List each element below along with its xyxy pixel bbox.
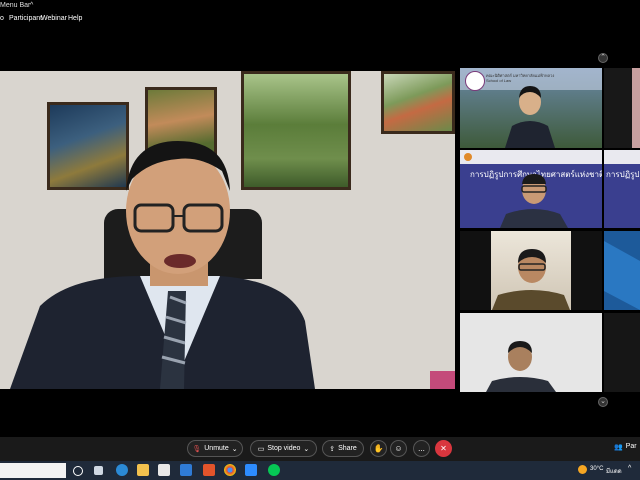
- chevron-down-icon[interactable]: ⌄: [303, 445, 309, 453]
- participant-figure-5: [492, 249, 570, 310]
- chevron-up-icon[interactable]: ^: [30, 2, 33, 9]
- participant-video-7[interactable]: [460, 313, 602, 392]
- speaker-figure: [10, 141, 315, 389]
- share-label: Share: [338, 445, 357, 452]
- participant-video-1[interactable]: คณะนิติศาสตร์ มหาวิทยาลัยแม่ฟ้าหลวง Scho…: [460, 68, 602, 148]
- chrome-browser-icon[interactable]: [224, 464, 236, 476]
- weather-temperature[interactable]: 30°C: [590, 466, 603, 472]
- blue-graphic: [604, 241, 640, 310]
- tray-chevron-up-icon[interactable]: ^: [628, 465, 631, 472]
- scroll-down-icon[interactable]: ⌄: [598, 397, 608, 407]
- share-screen-icon: ⇪: [329, 445, 336, 453]
- stop-video-label: Stop video: [267, 445, 301, 452]
- menu-row: o Participant Webinar Help: [0, 13, 640, 25]
- sun-weather-icon: [578, 465, 587, 474]
- stop-video-button[interactable]: ▭ Stop video ⌄: [250, 440, 317, 457]
- participants-label: Par: [625, 443, 637, 450]
- menu-bar-toggle[interactable]: Menu Bar ^: [0, 0, 640, 12]
- more-label: ...: [418, 444, 425, 453]
- task-view-icon[interactable]: [94, 466, 103, 475]
- taskbar-search-input[interactable]: [0, 463, 66, 478]
- menu-item-help[interactable]: Help: [68, 15, 82, 22]
- participant-video-3[interactable]: การปฏิรูปการศึกษาไทยศาสตร์แห่งชาติ: [460, 150, 602, 228]
- participant-video-8[interactable]: [604, 313, 640, 392]
- chevron-down-icon[interactable]: ⌄: [232, 445, 238, 453]
- smiley-icon: ☺: [394, 444, 403, 453]
- share-button[interactable]: ⇪ Share: [322, 440, 364, 457]
- mail-icon[interactable]: [180, 464, 192, 476]
- reactions-button[interactable]: ☺: [390, 440, 407, 457]
- hand-icon: ✋: [373, 444, 384, 453]
- cortana-icon[interactable]: [73, 466, 83, 476]
- main-speaker-video[interactable]: [0, 71, 455, 389]
- video-camera-icon: ▭: [257, 445, 265, 453]
- windows-taskbar: 30°C มีแดด ^: [0, 461, 640, 480]
- participants-button[interactable]: 👥 Par: [614, 443, 637, 451]
- menu-item-participant[interactable]: Participant: [9, 15, 42, 22]
- zoom-app-icon[interactable]: [245, 464, 257, 476]
- participant-figure-1: [505, 86, 555, 148]
- menu-item-partial[interactable]: o: [0, 15, 4, 22]
- unmute-label: Unmute: [204, 445, 229, 452]
- leave-button[interactable]: ✕: [435, 440, 452, 457]
- slide-title-text-2: การปฏิรูป: [606, 170, 640, 179]
- red-object: [430, 371, 455, 389]
- scroll-up-icon[interactable]: ⌃: [598, 53, 608, 63]
- unmute-button[interactable]: 🎙 Unmute ⌄: [187, 440, 243, 457]
- menu-bar-label: Menu Bar: [0, 2, 31, 9]
- participant-figure-3: [500, 174, 568, 228]
- microphone-muted-icon: 🎙: [192, 445, 202, 453]
- file-explorer-icon[interactable]: [137, 464, 149, 476]
- participant-video-6[interactable]: [604, 231, 640, 310]
- menu-item-webinar[interactable]: Webinar: [41, 15, 67, 22]
- people-icon: 👥: [614, 444, 623, 451]
- store-icon[interactable]: [158, 464, 170, 476]
- more-button[interactable]: ...: [413, 440, 430, 457]
- raise-hand-button[interactable]: ✋: [370, 440, 387, 457]
- weather-condition[interactable]: มีแดด: [606, 466, 622, 476]
- participant-video-4[interactable]: การปฏิรูป: [604, 150, 640, 228]
- close-icon: ✕: [440, 444, 447, 453]
- participant-video-2[interactable]: [604, 68, 640, 148]
- participant-figure-7: [486, 341, 556, 392]
- line-app-icon[interactable]: [268, 464, 280, 476]
- participant-video-5[interactable]: [460, 231, 602, 310]
- office-icon[interactable]: [203, 464, 215, 476]
- edge-browser-icon[interactable]: [116, 464, 128, 476]
- meeting-toolbar: 🎙 Unmute ⌄ ▭ Stop video ⌄ ⇪ Share ✋ ☺ ..…: [0, 437, 640, 461]
